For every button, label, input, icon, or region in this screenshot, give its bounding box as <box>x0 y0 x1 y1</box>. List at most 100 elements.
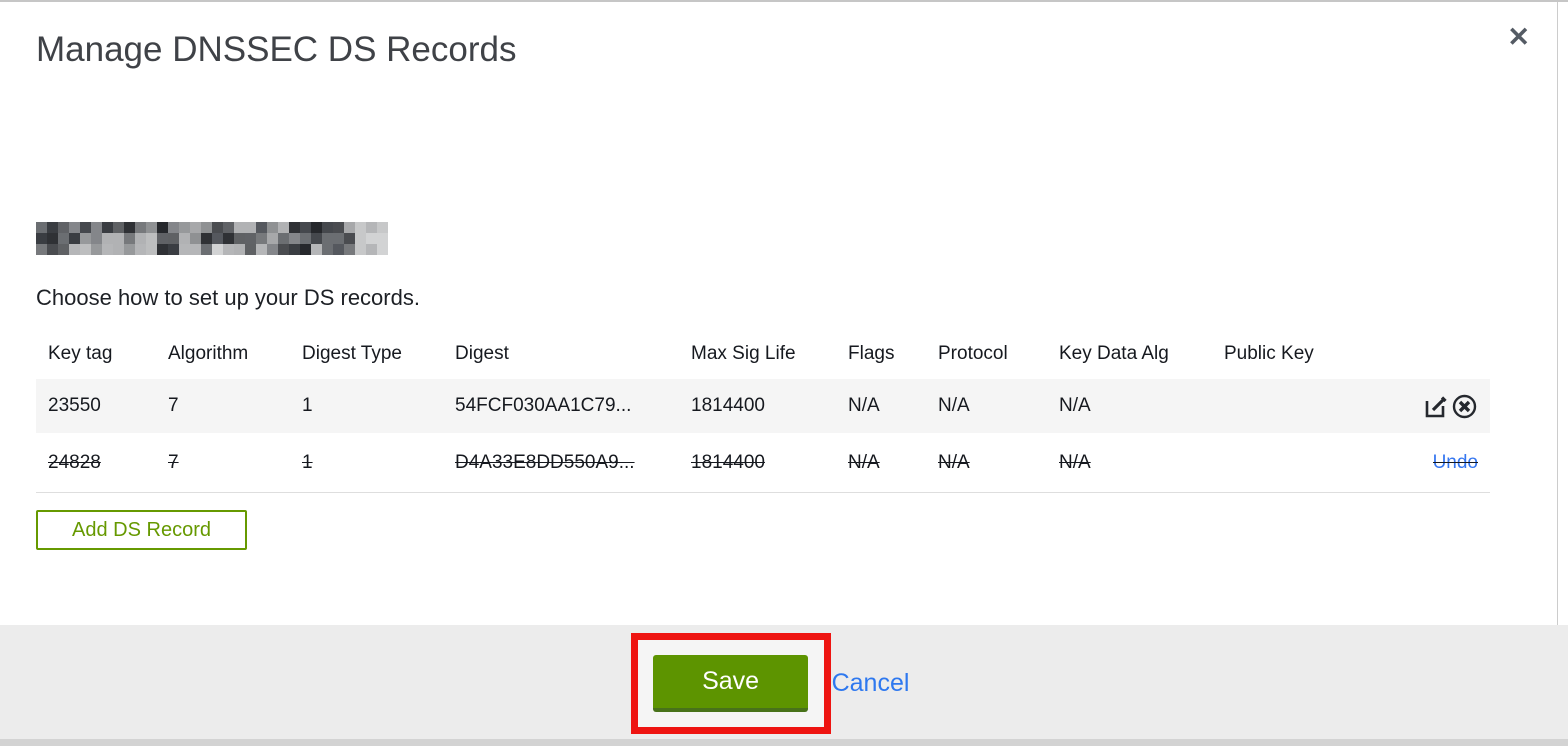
cell-key-tag: 24828 <box>48 451 101 473</box>
cell-algorithm: 7 <box>168 451 179 473</box>
redacted-pixel <box>256 244 267 255</box>
redacted-pixel <box>366 244 377 255</box>
col-header-algorithm: Algorithm <box>168 343 249 364</box>
redacted-pixel <box>168 244 179 255</box>
redacted-pixel <box>245 222 256 233</box>
redacted-pixel <box>179 233 190 244</box>
undo-link[interactable]: Undo <box>1433 452 1478 474</box>
redacted-pixel <box>366 233 377 244</box>
redacted-pixel <box>223 233 234 244</box>
redacted-pixel <box>190 244 201 255</box>
cell-protocol: N/A <box>938 395 970 416</box>
redacted-pixel <box>47 222 58 233</box>
cell-algorithm: 7 <box>168 395 179 416</box>
redacted-pixel <box>355 222 366 233</box>
redacted-pixel <box>234 244 245 255</box>
redacted-pixel <box>355 244 366 255</box>
cell-digest: 54FCF030AA1C79... <box>455 395 632 416</box>
redacted-pixel <box>223 244 234 255</box>
col-header-digest-type: Digest Type <box>302 343 402 364</box>
redacted-pixel <box>135 222 146 233</box>
redacted-pixel <box>113 244 124 255</box>
redacted-pixel <box>91 244 102 255</box>
redacted-pixel <box>168 222 179 233</box>
redacted-pixel <box>267 222 278 233</box>
redacted-pixel <box>267 244 278 255</box>
redacted-pixel <box>289 222 300 233</box>
col-header-max-sig-life: Max Sig Life <box>691 343 796 364</box>
redacted-pixel <box>256 222 267 233</box>
redacted-pixel <box>289 244 300 255</box>
redacted-pixel <box>201 222 212 233</box>
redacted-pixel <box>69 233 80 244</box>
delete-icon[interactable] <box>1451 393 1478 420</box>
redacted-pixel <box>300 244 311 255</box>
footer-actions: Save Cancel <box>630 633 910 734</box>
redacted-pixel <box>124 244 135 255</box>
redacted-pixel <box>267 233 278 244</box>
redacted-pixel <box>36 244 47 255</box>
redacted-pixel <box>58 222 69 233</box>
cell-key-data-alg: N/A <box>1059 395 1091 416</box>
redacted-pixel <box>157 233 168 244</box>
cancel-link[interactable]: Cancel <box>832 669 910 698</box>
redacted-pixel <box>69 244 80 255</box>
redacted-pixel <box>311 233 322 244</box>
row-actions: Undo <box>1433 452 1478 474</box>
col-header-key-data-alg: Key Data Alg <box>1059 343 1169 364</box>
redacted-pixel <box>344 222 355 233</box>
redacted-pixel <box>245 244 256 255</box>
redacted-pixel <box>102 222 113 233</box>
redacted-pixel <box>190 233 201 244</box>
redacted-pixel <box>223 222 234 233</box>
cell-flags: N/A <box>848 395 880 416</box>
col-header-digest: Digest <box>455 343 509 364</box>
redacted-pixel <box>135 233 146 244</box>
redacted-pixel <box>300 233 311 244</box>
col-header-public-key: Public Key <box>1224 343 1314 364</box>
redacted-pixel <box>102 233 113 244</box>
redacted-pixel <box>366 222 377 233</box>
redacted-pixel <box>179 222 190 233</box>
redacted-pixel <box>190 222 201 233</box>
redacted-pixel <box>322 244 333 255</box>
cell-flags: N/A <box>848 451 880 473</box>
cell-digest: D4A33E8DD550A9... <box>455 451 635 473</box>
redacted-pixel <box>113 233 124 244</box>
cell-protocol: N/A <box>938 451 970 473</box>
redacted-pixel <box>102 244 113 255</box>
redacted-pixel <box>47 244 58 255</box>
modal-header: Manage DNSSEC DS Records ✕ <box>36 2 1532 70</box>
redacted-pixel <box>256 233 267 244</box>
edit-icon[interactable] <box>1422 393 1449 420</box>
redacted-domain-name <box>36 222 388 255</box>
redacted-pixel <box>124 222 135 233</box>
save-button[interactable]: Save <box>653 655 809 712</box>
col-header-protocol: Protocol <box>938 343 1008 364</box>
redacted-pixel <box>157 222 168 233</box>
redacted-pixel <box>377 244 388 255</box>
redacted-pixel <box>333 244 344 255</box>
redacted-pixel <box>113 222 124 233</box>
cell-key-tag: 23550 <box>48 395 101 416</box>
close-icon[interactable]: ✕ <box>1507 24 1530 51</box>
redacted-pixel <box>234 233 245 244</box>
instruction-text: Choose how to set up your DS records. <box>36 285 420 310</box>
table-row: 23550 7 1 54FCF030AA1C79... 1814400 N/A … <box>36 379 1490 433</box>
page-title: Manage DNSSEC DS Records <box>36 30 517 69</box>
redacted-pixel <box>377 233 388 244</box>
redacted-pixel <box>201 244 212 255</box>
add-ds-record-button[interactable]: Add DS Record <box>36 510 247 550</box>
redacted-pixel <box>179 244 190 255</box>
redacted-pixel <box>58 233 69 244</box>
modal-footer: Save Cancel <box>0 625 1568 742</box>
redacted-pixel <box>278 233 289 244</box>
redacted-pixel <box>36 233 47 244</box>
page-bottom-edge <box>0 739 1568 746</box>
cell-digest-type: 1 <box>302 395 313 416</box>
cell-key-data-alg: N/A <box>1059 451 1091 473</box>
redacted-pixel <box>80 222 91 233</box>
redacted-pixel <box>311 222 322 233</box>
cell-digest-type: 1 <box>302 451 313 473</box>
redacted-pixel <box>322 222 333 233</box>
